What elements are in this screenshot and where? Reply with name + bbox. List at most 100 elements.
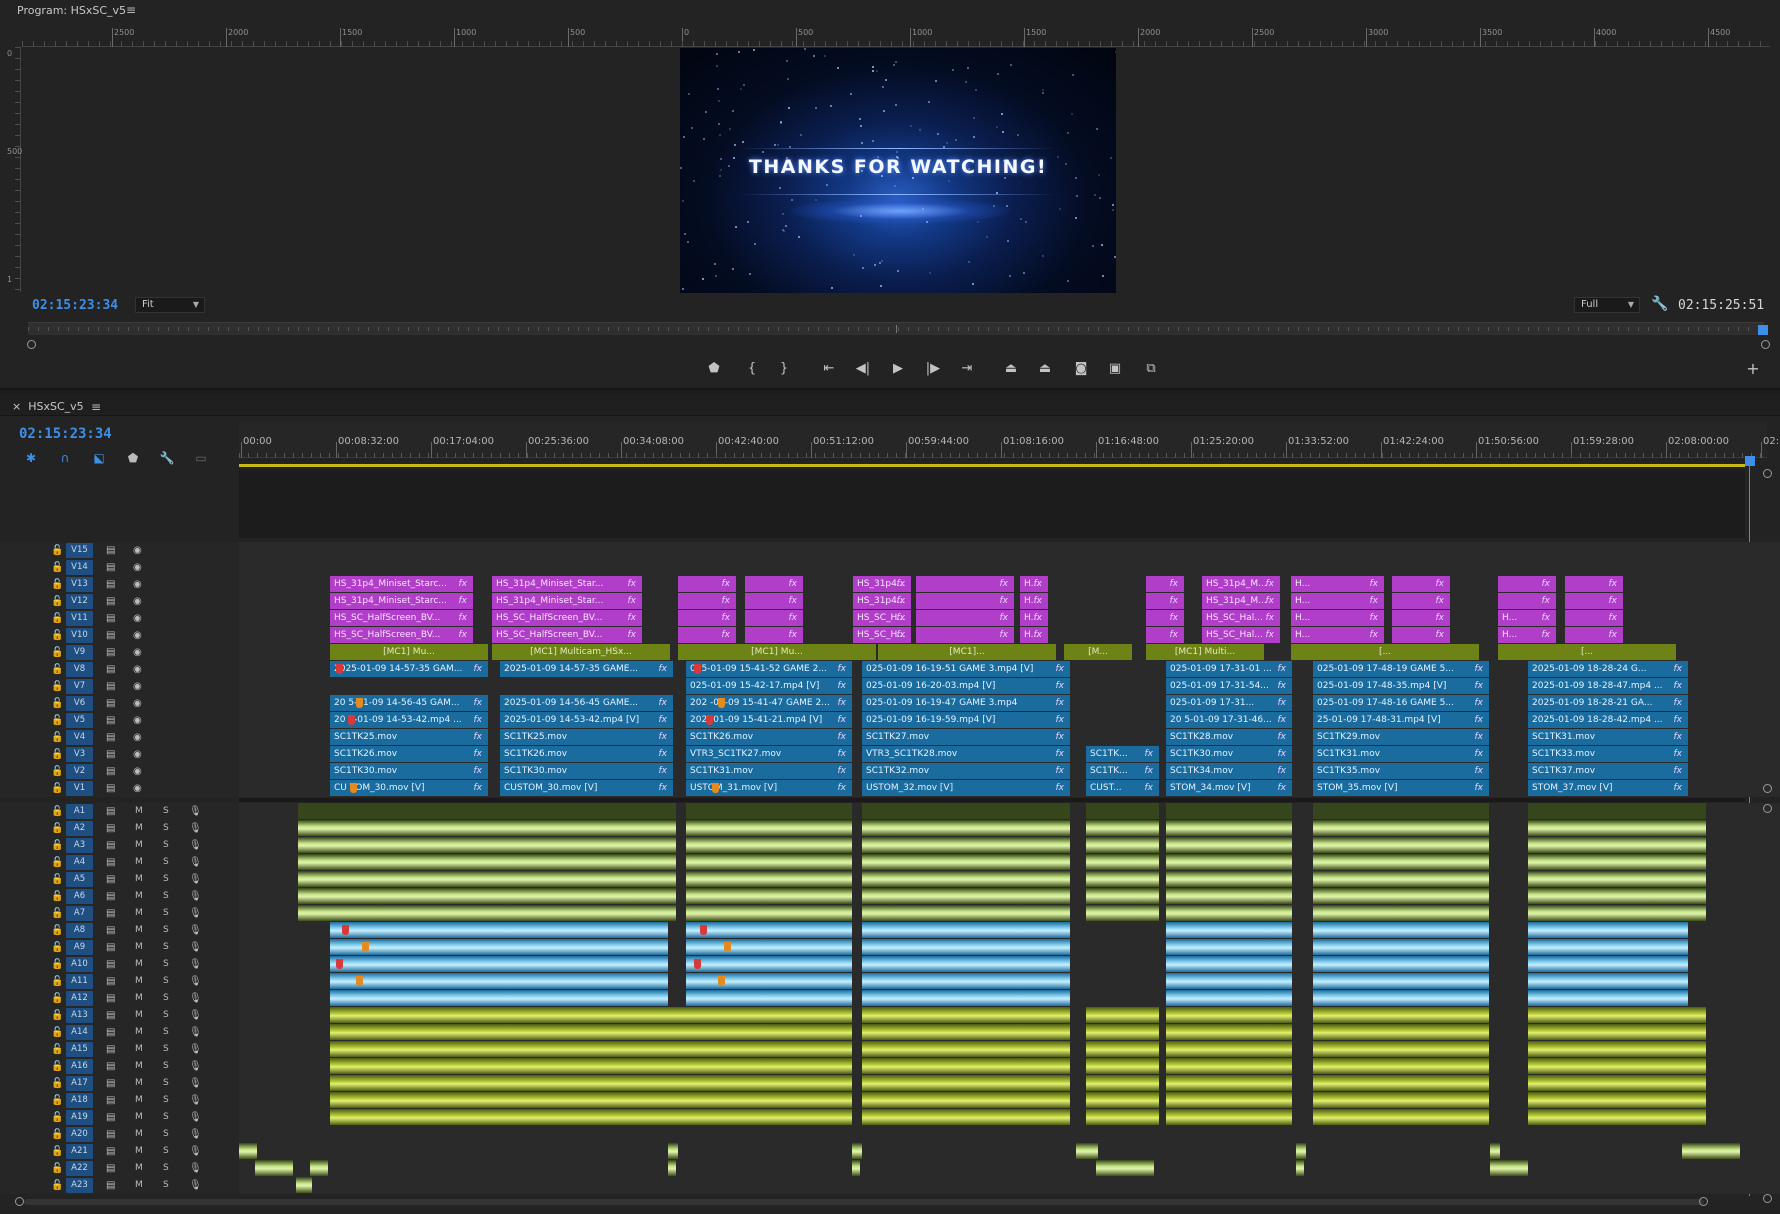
clip-v2[interactable]: SC1TK35.mov fx bbox=[1313, 763, 1489, 779]
eye-icon[interactable]: ◉ bbox=[133, 662, 142, 677]
mute-toggle[interactable]: M bbox=[135, 1144, 143, 1159]
audio-clip-a9[interactable] bbox=[330, 939, 668, 955]
audio-clip-a19[interactable] bbox=[330, 1109, 708, 1125]
clip-v7[interactable]: 025-01-09 16-20-03.mp4 [V] fx bbox=[862, 678, 1070, 694]
clip-v13[interactable]: fx bbox=[1146, 576, 1184, 592]
solo-toggle[interactable]: S bbox=[163, 1127, 169, 1142]
clip-marker[interactable] bbox=[694, 959, 701, 969]
button-editor-plus-icon[interactable]: + bbox=[1742, 360, 1764, 378]
clip-v13[interactable]: HS_31p4... fx bbox=[853, 576, 911, 592]
audio-clip-a2[interactable] bbox=[298, 820, 676, 836]
clip-v11[interactable]: HS_SC_Hal... fx bbox=[1202, 610, 1280, 626]
clip-v9[interactable]: [M... bbox=[1064, 644, 1132, 660]
close-icon[interactable]: × bbox=[12, 400, 21, 413]
lock-icon[interactable]: 🔓 bbox=[51, 1059, 63, 1074]
captions-icon[interactable]: ▭ bbox=[193, 450, 209, 466]
sync-lock-icon[interactable]: ▤ bbox=[106, 543, 115, 558]
eye-icon[interactable]: ◉ bbox=[133, 713, 142, 728]
clip-v6[interactable]: 202 -01-09 15-41-47 GAME 2... fx bbox=[686, 695, 852, 711]
lock-icon[interactable]: 🔓 bbox=[51, 838, 63, 853]
audio-clip-a22[interactable] bbox=[310, 1160, 328, 1176]
track-target-A14[interactable]: A14 bbox=[66, 1025, 93, 1040]
sync-lock-icon[interactable]: ▤ bbox=[106, 940, 115, 955]
clip-v2[interactable]: SC1TK34.mov fx bbox=[1166, 763, 1292, 779]
eye-icon[interactable]: ◉ bbox=[133, 747, 142, 762]
audio-clip-a18[interactable] bbox=[1313, 1092, 1489, 1108]
audio-clip-a12[interactable] bbox=[1528, 990, 1688, 1006]
mark-out-button[interactable]: } bbox=[773, 360, 795, 378]
clip-v11[interactable]: fx bbox=[745, 610, 803, 626]
clip-marker[interactable] bbox=[718, 976, 725, 986]
clip-v9[interactable]: [... bbox=[1498, 644, 1676, 660]
sync-lock-icon[interactable]: ▤ bbox=[106, 889, 115, 904]
sync-lock-icon[interactable]: ▤ bbox=[106, 560, 115, 575]
audio-clip-a15[interactable] bbox=[862, 1041, 1070, 1057]
microphone-icon[interactable]: 🎙 bbox=[189, 1042, 202, 1057]
clip-marker[interactable] bbox=[342, 925, 349, 935]
audio-clip-a18[interactable] bbox=[330, 1092, 708, 1108]
horizontal-scrollbar[interactable] bbox=[24, 1199, 1704, 1205]
sync-lock-icon[interactable]: ▤ bbox=[106, 1110, 115, 1125]
clip-v1[interactable]: STOM_34.mov [V] fx bbox=[1166, 780, 1292, 796]
audio-clip-a4[interactable] bbox=[1086, 854, 1159, 870]
audio-clip-a6[interactable] bbox=[686, 888, 852, 904]
sequence-tab[interactable]: × HSxSC_v5 bbox=[12, 400, 84, 413]
microphone-icon[interactable]: 🎙 bbox=[189, 1161, 202, 1176]
sync-lock-icon[interactable]: ▤ bbox=[106, 821, 115, 836]
clip-v6[interactable]: 025-01-09 17-48-16 GAME 5... fx bbox=[1313, 695, 1489, 711]
program-scrub-bar[interactable] bbox=[28, 322, 1764, 335]
extract-button[interactable]: ⏏ bbox=[1034, 360, 1056, 378]
clip-v4[interactable]: SC1TK31.mov fx bbox=[1528, 729, 1688, 745]
track-target-A20[interactable]: A20 bbox=[66, 1127, 93, 1142]
audio-clip-a19[interactable] bbox=[1166, 1109, 1292, 1125]
panel-menu-icon[interactable]: ≡ bbox=[126, 3, 136, 17]
sync-lock-icon[interactable]: ▤ bbox=[106, 1008, 115, 1023]
audio-clip-a23[interactable] bbox=[296, 1177, 312, 1193]
clip-v2[interactable]: SC1TK31.mov fx bbox=[686, 763, 852, 779]
audio-clip-a1[interactable] bbox=[1313, 803, 1489, 819]
audio-clip-a14[interactable] bbox=[1166, 1024, 1292, 1040]
clip-v5[interactable]: 2025-01-09 18-28-42.mp4 ... fx bbox=[1528, 712, 1688, 728]
audio-clip-a3[interactable] bbox=[1528, 837, 1706, 853]
play-button[interactable]: ▶ bbox=[887, 360, 909, 378]
lock-icon[interactable]: 🔓 bbox=[51, 781, 63, 796]
sync-lock-icon[interactable]: ▤ bbox=[106, 645, 115, 660]
mute-toggle[interactable]: M bbox=[135, 1042, 143, 1057]
mute-toggle[interactable]: M bbox=[135, 906, 143, 921]
audio-clip-a6[interactable] bbox=[862, 888, 1070, 904]
lock-icon[interactable]: 🔓 bbox=[51, 1025, 63, 1040]
audio-clip-a7[interactable] bbox=[1086, 905, 1159, 921]
sync-lock-icon[interactable]: ▤ bbox=[106, 872, 115, 887]
audio-clip-a12[interactable] bbox=[862, 990, 1070, 1006]
audio-clip-a4[interactable] bbox=[686, 854, 852, 870]
mute-toggle[interactable]: M bbox=[135, 1093, 143, 1108]
clip-v10[interactable]: HS_SC_H... fx bbox=[853, 627, 911, 643]
clip-v5[interactable]: 025-01-09 16-19-59.mp4 [V] fx bbox=[862, 712, 1070, 728]
audio-clip-a17[interactable] bbox=[862, 1075, 1070, 1091]
solo-toggle[interactable]: S bbox=[163, 804, 169, 819]
microphone-icon[interactable]: 🎙 bbox=[189, 957, 202, 972]
mute-toggle[interactable]: M bbox=[135, 872, 143, 887]
mute-toggle[interactable]: M bbox=[135, 1076, 143, 1091]
sync-lock-icon[interactable]: ▤ bbox=[106, 747, 115, 762]
audio-clip-a17[interactable] bbox=[1313, 1075, 1489, 1091]
clip-v12[interactable]: H... fx bbox=[1291, 593, 1384, 609]
track-target-A18[interactable]: A18 bbox=[66, 1093, 93, 1108]
audio-clip-a16[interactable] bbox=[862, 1058, 1070, 1074]
mute-toggle[interactable]: M bbox=[135, 991, 143, 1006]
clip-v4[interactable]: SC1TK26.mov fx bbox=[686, 729, 852, 745]
clip-v13[interactable]: fx bbox=[1498, 576, 1556, 592]
audio-clip-a2[interactable] bbox=[686, 820, 852, 836]
audio-clip-a9[interactable] bbox=[1166, 939, 1292, 955]
sync-lock-icon[interactable]: ▤ bbox=[106, 713, 115, 728]
lock-icon[interactable]: 🔓 bbox=[51, 662, 63, 677]
lock-icon[interactable]: 🔓 bbox=[51, 889, 63, 904]
track-target-A16[interactable]: A16 bbox=[66, 1059, 93, 1074]
sync-lock-icon[interactable]: ▤ bbox=[106, 662, 115, 677]
audio-clip-a17[interactable] bbox=[1166, 1075, 1292, 1091]
clip-v7[interactable]: 2025-01-09 18-28-47.mp4 ... fx bbox=[1528, 678, 1688, 694]
clip-v11[interactable]: fx bbox=[1565, 610, 1623, 626]
sync-lock-icon[interactable]: ▤ bbox=[106, 838, 115, 853]
microphone-icon[interactable]: 🎙 bbox=[189, 855, 202, 870]
lock-icon[interactable]: 🔓 bbox=[51, 543, 63, 558]
